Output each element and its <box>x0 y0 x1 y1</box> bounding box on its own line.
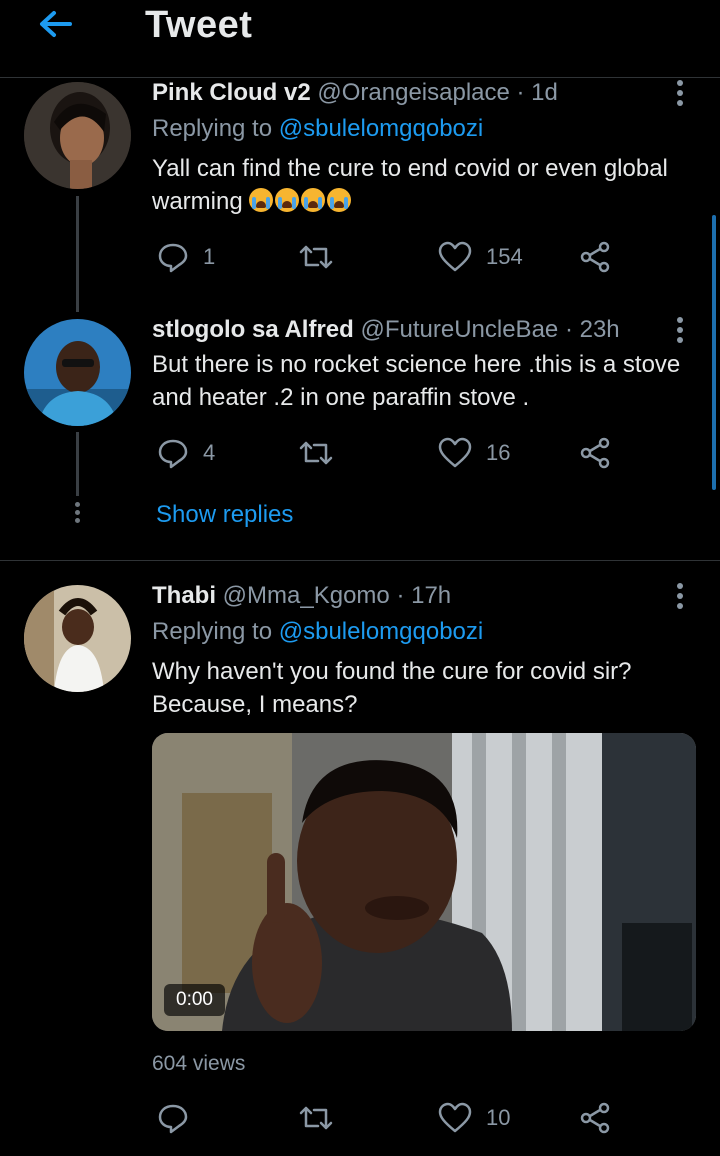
author-name[interactable]: Thabi <box>152 582 216 609</box>
author-name[interactable]: stlogolo sa Alfred <box>152 316 354 343</box>
view-count: 604 views <box>152 1052 246 1075</box>
heart-icon <box>438 437 472 468</box>
share-icon <box>580 437 610 469</box>
avatar[interactable] <box>24 319 131 426</box>
retweet-icon <box>299 1106 333 1130</box>
tweet-text: Why haven't you found the cure for covid… <box>152 655 697 721</box>
avatar[interactable] <box>24 82 131 189</box>
reply-button[interactable] <box>157 1102 203 1134</box>
scrollbar[interactable] <box>712 215 716 490</box>
tweet-time: · 1d <box>516 79 558 106</box>
reply-icon <box>158 243 188 273</box>
mention-link[interactable]: @sbulelomgqobozi <box>279 115 483 142</box>
more-options-icon[interactable] <box>675 583 685 613</box>
retweet-icon <box>299 441 333 465</box>
video-player[interactable] <box>152 733 696 1031</box>
replying-to-line: Replying to @sbulelomgqobozi <box>152 115 483 143</box>
tweet-text-line: Why haven't you found the cure for covid… <box>152 658 632 685</box>
video-duration: 0:00 <box>164 984 225 1016</box>
tweet-author-line: Thabi @Mma_Kgomo · 17h <box>152 582 451 610</box>
replying-to-line: Replying to @sbulelomgqobozi <box>152 618 483 646</box>
tweet-text: But there is no rocket science here .thi… <box>152 351 681 411</box>
like-count: 16 <box>486 440 511 465</box>
retweet-button[interactable] <box>298 437 348 469</box>
page-title: Tweet <box>145 4 253 46</box>
author-handle[interactable]: @Mma_Kgomo <box>223 582 390 609</box>
tweet-text-line: Because, I means? <box>152 691 358 718</box>
tweet-author-line: Pink Cloud v2 @Orangeisaplace · 1d <box>152 79 558 107</box>
like-count: 10 <box>486 1105 511 1130</box>
tweet-time: · 17h <box>396 582 452 609</box>
like-button[interactable]: 154 <box>438 241 523 273</box>
video-thumbnail <box>152 733 696 1031</box>
like-count: 154 <box>486 244 523 269</box>
reply-count: 1 <box>203 244 216 269</box>
tweet-text: Yall can find the cure to end covid or e… <box>152 152 697 218</box>
show-replies-link[interactable]: Show replies <box>156 501 293 529</box>
thread-connector <box>76 432 79 496</box>
tweet-author-line: stlogolo sa Alfred @FutureUncleBae · 23h <box>152 316 620 344</box>
reply-button[interactable]: 4 <box>157 437 215 469</box>
tweet-text-content: Yall can find the cure to end covid or e… <box>152 155 668 215</box>
more-options-icon[interactable] <box>675 80 685 110</box>
retweet-icon <box>299 245 333 269</box>
share-icon <box>580 1102 610 1134</box>
thread-dots <box>75 502 81 526</box>
reply-icon <box>158 1104 188 1134</box>
retweet-button[interactable] <box>298 241 348 273</box>
reply-icon <box>158 439 188 469</box>
retweet-button[interactable] <box>298 1102 348 1134</box>
replying-label: Replying to <box>152 115 273 142</box>
reply-count: 4 <box>203 440 216 465</box>
like-button[interactable]: 10 <box>438 1102 510 1134</box>
replying-label: Replying to <box>152 618 273 645</box>
reply-button[interactable]: 1 <box>157 241 215 273</box>
top-bar: Tweet <box>0 0 720 78</box>
mention-link[interactable]: @sbulelomgqobozi <box>279 618 483 645</box>
author-handle[interactable]: @FutureUncleBae <box>360 316 558 343</box>
share-icon <box>580 241 610 273</box>
author-name[interactable]: Pink Cloud v2 <box>152 79 311 106</box>
thread-connector <box>76 196 79 312</box>
share-button[interactable] <box>580 241 612 273</box>
share-button[interactable] <box>580 1102 612 1134</box>
more-options-icon[interactable] <box>675 317 685 347</box>
heart-icon <box>438 241 472 272</box>
author-handle[interactable]: @Orangeisaplace <box>317 79 509 106</box>
crying-emoji-icon <box>249 188 353 215</box>
share-button[interactable] <box>580 437 612 469</box>
tweet-time: · 23h <box>564 316 620 343</box>
divider <box>0 560 720 561</box>
like-button[interactable]: 16 <box>438 437 510 469</box>
heart-icon <box>438 1102 472 1133</box>
avatar[interactable] <box>24 585 131 692</box>
back-arrow-icon[interactable] <box>34 4 78 44</box>
